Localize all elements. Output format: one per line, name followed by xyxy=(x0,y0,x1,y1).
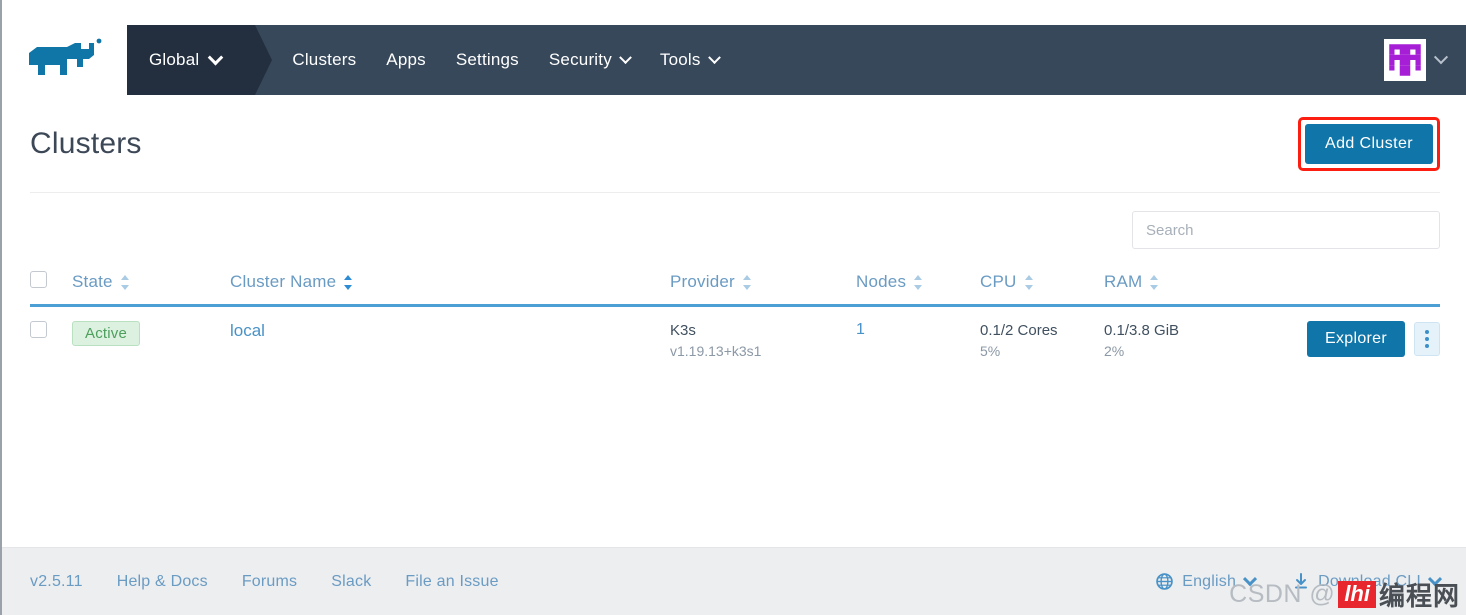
add-cluster-button[interactable]: Add Cluster xyxy=(1305,123,1433,164)
cell-actions: Explorer xyxy=(1274,306,1440,383)
table-header: State Cluster Name Provider Nodes CPU RA… xyxy=(30,271,1440,306)
language-label: English xyxy=(1182,572,1237,590)
chevron-down-icon xyxy=(707,50,721,64)
column-label: Nodes xyxy=(856,272,907,291)
user-avatar-identicon[interactable] xyxy=(1384,39,1426,81)
chevron-down-icon xyxy=(1427,571,1443,586)
rancher-cow-icon xyxy=(28,38,101,75)
chevron-down-icon xyxy=(1433,50,1449,65)
sort-icon[interactable] xyxy=(914,274,923,290)
nav-strip: Global Clusters Apps Settings Security T… xyxy=(127,25,1466,95)
dot xyxy=(1425,330,1429,334)
dot xyxy=(1425,344,1429,348)
select-all-checkbox[interactable] xyxy=(30,271,47,288)
page-header: Clusters Add Cluster xyxy=(2,95,1466,192)
ram-percent: 2% xyxy=(1104,343,1125,360)
cell-cpu: 0.1/2 Cores 5% xyxy=(980,306,1104,383)
nav-item-label: Settings xyxy=(455,50,519,69)
table-body: Active local K3s v1.19.13+k3s1 1 0.1/2 C… xyxy=(30,306,1440,383)
cell-cluster-name: local xyxy=(230,306,670,383)
footer-link-file-an-issue[interactable]: File an Issue xyxy=(405,573,498,591)
download-cli-menu[interactable]: Download CLI xyxy=(1293,571,1443,591)
nav-item-security[interactable]: Security xyxy=(534,50,645,70)
footer-link-slack[interactable]: Slack xyxy=(331,573,371,591)
nav-item-settings[interactable]: Settings xyxy=(441,50,534,70)
column-header-nodes[interactable]: Nodes xyxy=(856,271,980,306)
chevron-down-icon xyxy=(208,49,224,65)
row-actions-menu-icon[interactable] xyxy=(1414,322,1440,356)
column-header-provider[interactable]: Provider xyxy=(670,271,856,306)
table-header-row: State Cluster Name Provider Nodes CPU RA… xyxy=(30,271,1440,306)
footer-links-left: v2.5.11 Help & Docs Forums Slack File an… xyxy=(30,573,499,591)
status-badge: Active xyxy=(72,321,141,346)
nav-item-apps[interactable]: Apps xyxy=(371,50,441,70)
footer-link-help-docs[interactable]: Help & Docs xyxy=(117,573,208,591)
column-label: State xyxy=(72,272,113,291)
column-label: RAM xyxy=(1104,272,1143,291)
ram-usage: 0.1/3.8 GiB xyxy=(1104,322,1180,339)
sort-icon[interactable] xyxy=(742,274,752,290)
nav-item-tools[interactable]: Tools xyxy=(645,50,734,70)
column-label: Provider xyxy=(670,272,735,291)
nav-item-label: Apps xyxy=(386,50,426,69)
column-label: Cluster Name xyxy=(230,272,337,291)
column-header-ram[interactable]: RAM xyxy=(1104,271,1274,306)
search-input[interactable] xyxy=(1132,211,1440,249)
table-row[interactable]: Active local K3s v1.19.13+k3s1 1 0.1/2 C… xyxy=(30,306,1440,383)
cluster-name-link[interactable]: local xyxy=(230,321,265,340)
sort-icon[interactable] xyxy=(344,274,353,290)
dot xyxy=(1425,337,1429,341)
add-cluster-highlight: Add Cluster xyxy=(1298,116,1440,171)
rancher-logo[interactable] xyxy=(2,25,127,95)
explorer-button[interactable]: Explorer xyxy=(1307,321,1405,357)
nav-item-label: Security xyxy=(548,50,612,69)
page-footer: v2.5.11 Help & Docs Forums Slack File an… xyxy=(2,547,1466,615)
nav-items: Clusters Apps Settings Security Tools xyxy=(255,25,733,95)
footer-version-link[interactable]: v2.5.11 xyxy=(30,573,83,591)
user-menu[interactable] xyxy=(1384,25,1466,95)
sort-icon[interactable] xyxy=(1150,274,1159,290)
chevron-down-icon xyxy=(1243,571,1258,586)
cpu-percent: 5% xyxy=(980,343,1001,360)
scope-selector-global[interactable]: Global xyxy=(127,25,273,95)
nav-item-clusters[interactable]: Clusters xyxy=(277,50,371,70)
chevron-down-icon xyxy=(619,50,632,64)
globe-icon xyxy=(1156,573,1173,590)
sort-icon[interactable] xyxy=(1024,274,1034,290)
column-header-state[interactable]: State xyxy=(72,271,230,306)
column-label: CPU xyxy=(980,272,1017,291)
cell-provider: K3s v1.19.13+k3s1 xyxy=(670,306,856,383)
clusters-table: State Cluster Name Provider Nodes CPU RA… xyxy=(30,271,1440,382)
page-content: Clusters Add Cluster State xyxy=(2,95,1466,382)
footer-link-forums[interactable]: Forums xyxy=(242,573,297,591)
top-navigation-bar: Global Clusters Apps Settings Security T… xyxy=(2,25,1466,95)
nav-item-label: Clusters xyxy=(292,50,357,69)
search-row xyxy=(2,193,1466,249)
language-selector[interactable]: English xyxy=(1156,571,1258,591)
cpu-usage: 0.1/2 Cores xyxy=(980,322,1058,339)
select-all-header xyxy=(30,271,72,306)
download-cli-label: Download CLI xyxy=(1318,572,1421,590)
footer-links-right: English Download CLI xyxy=(1156,571,1443,591)
row-select-cell xyxy=(30,306,72,383)
download-icon xyxy=(1295,573,1308,589)
row-checkbox[interactable] xyxy=(30,321,47,338)
sort-icon[interactable] xyxy=(120,274,130,290)
nodes-count-link[interactable]: 1 xyxy=(856,321,865,338)
column-header-cpu[interactable]: CPU xyxy=(980,271,1104,306)
provider-name: K3s xyxy=(670,322,696,339)
nav-item-label: Tools xyxy=(659,50,701,69)
provider-version: v1.19.13+k3s1 xyxy=(670,343,762,360)
cell-nodes: 1 xyxy=(856,306,980,383)
column-header-cluster-name[interactable]: Cluster Name xyxy=(230,271,670,306)
scope-label: Global xyxy=(149,50,200,69)
column-header-actions xyxy=(1274,271,1440,306)
cell-ram: 0.1/3.8 GiB 2% xyxy=(1104,306,1274,383)
page-title: Clusters xyxy=(30,126,142,160)
cell-state: Active xyxy=(72,306,230,383)
